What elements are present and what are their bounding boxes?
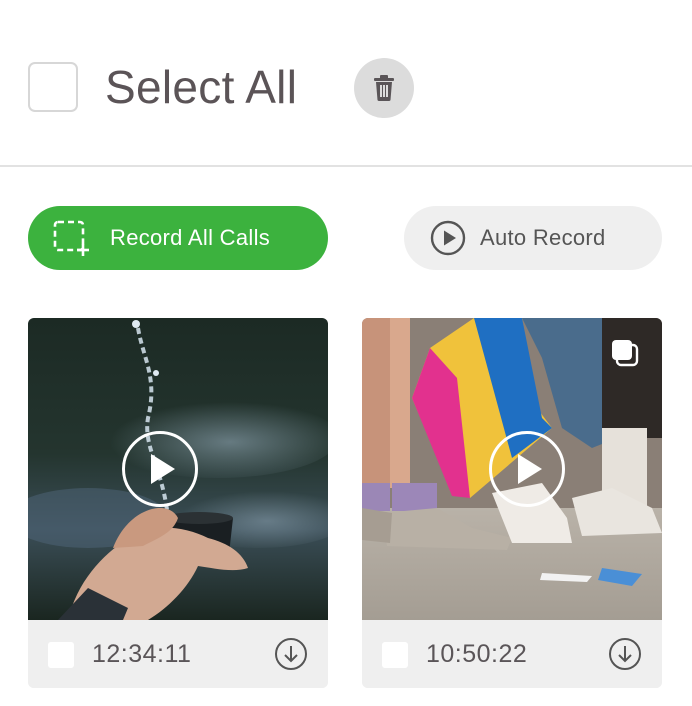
select-all-checkbox[interactable] (28, 62, 78, 112)
download-button[interactable] (608, 637, 642, 671)
recording-thumbnail[interactable] (28, 318, 328, 620)
play-circle-icon (430, 220, 466, 256)
delete-button[interactable] (354, 58, 414, 118)
play-icon (518, 454, 542, 484)
play-button[interactable] (122, 431, 198, 507)
play-icon (151, 454, 175, 484)
stacked-squares-icon[interactable] (610, 338, 640, 368)
item-checkbox[interactable] (382, 642, 408, 668)
item-checkbox[interactable] (48, 642, 74, 668)
recordings-panel: Select All Record All Calls Auto Record … (0, 0, 692, 706)
recording-timestamp: 12:34:11 (92, 640, 192, 668)
recording-footer: 12:34:11 (28, 620, 328, 688)
recording-thumbnail[interactable] (362, 318, 662, 620)
record-all-calls-button[interactable]: Record All Calls (28, 206, 328, 270)
header-divider (0, 165, 692, 167)
select-all-label: Select All (105, 61, 298, 113)
download-icon (275, 638, 307, 670)
download-icon (609, 638, 641, 670)
recording-card: 10:50:22 (362, 318, 662, 688)
recording-timestamp: 10:50:22 (426, 640, 528, 668)
auto-record-label: Auto Record (480, 225, 606, 250)
record-all-calls-label: Record All Calls (110, 225, 271, 250)
play-button[interactable] (489, 431, 565, 507)
add-selection-icon (52, 219, 90, 257)
trash-icon (374, 75, 394, 101)
recording-footer: 10:50:22 (362, 620, 662, 688)
download-button[interactable] (274, 637, 308, 671)
auto-record-button[interactable]: Auto Record (404, 206, 662, 270)
recording-card: 12:34:11 (28, 318, 328, 688)
